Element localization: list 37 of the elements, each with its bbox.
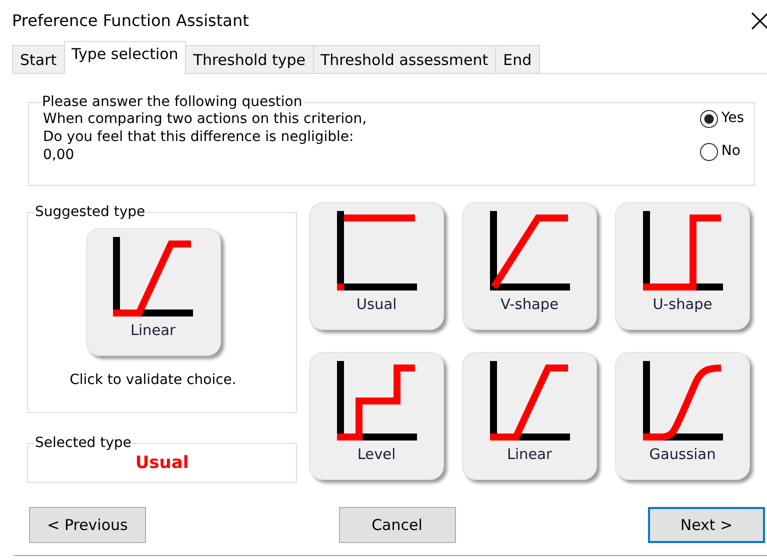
function-graph-icon	[336, 211, 416, 291]
window-title: Preference Function Assistant	[12, 10, 249, 32]
tab[interactable]: Start	[12, 45, 65, 73]
group-label: Please answer the following question	[41, 94, 304, 110]
function-type-button[interactable]: Gaussian	[615, 352, 750, 480]
tab[interactable]: Threshold assessment	[312, 45, 496, 73]
tab[interactable]: Type selection	[64, 41, 186, 74]
radio-option[interactable]: No	[700, 141, 744, 162]
group-label: Selected type	[34, 435, 132, 451]
next-button[interactable]: Next >	[648, 507, 765, 543]
hint-text: Click to validate choice.	[70, 371, 236, 390]
function-graph-icon	[642, 211, 722, 291]
function-type-button[interactable]: V-shape	[462, 202, 597, 330]
function-graph-icon	[490, 211, 570, 291]
tab[interactable]: Threshold type	[185, 45, 314, 73]
question-text: When comparing two actions on this criterion,	[43, 110, 367, 128]
dialog-button[interactable]: Cancel	[338, 507, 456, 543]
function-graph-icon	[490, 360, 570, 440]
function-type-button[interactable]: U-shape	[615, 202, 750, 330]
function-type-button[interactable]: Linear	[462, 352, 597, 480]
function-graph-icon	[336, 360, 416, 440]
function-type-button[interactable]: Usual	[309, 202, 444, 330]
selected-type-value: Usual	[135, 453, 189, 473]
close-button[interactable]	[751, 10, 767, 32]
radio-button[interactable]	[700, 142, 718, 160]
close-icon	[751, 12, 767, 30]
tab[interactable]: End	[495, 45, 540, 73]
dialog-button[interactable]: < Previous	[29, 507, 146, 543]
function-type-button[interactable]: Linear	[86, 228, 220, 356]
question-value: 0,00	[43, 146, 76, 164]
radio-option[interactable]: Yes	[700, 108, 744, 129]
question-text: Do you feel that this difference is negligible:	[43, 128, 355, 146]
function-graph-icon	[642, 360, 722, 440]
function-graph-icon	[113, 237, 193, 317]
radio-button[interactable]	[700, 110, 718, 128]
group-label: Suggested type	[34, 204, 146, 220]
function-type-button[interactable]: Level	[309, 352, 444, 480]
